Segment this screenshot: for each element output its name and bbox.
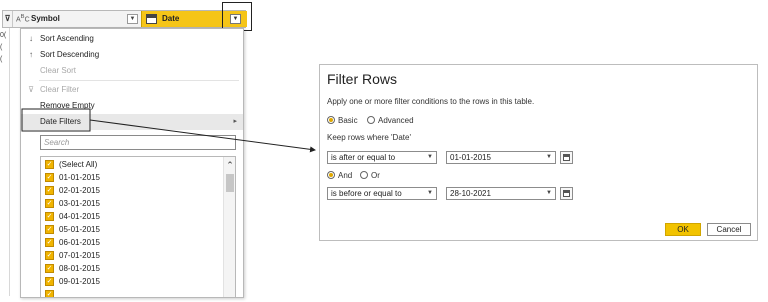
condition1-operator-select[interactable]: is after or equal to ▼	[327, 151, 437, 164]
search-field[interactable]	[40, 135, 236, 150]
date-column-label[interactable]: Date	[162, 14, 179, 23]
checkbox[interactable]: ✓	[45, 251, 54, 260]
menu-item-sort-descending[interactable]: ↑ Sort Descending	[21, 47, 243, 63]
input-value: 28-10-2021	[450, 189, 491, 198]
calendar-icon	[563, 190, 570, 197]
list-item-label: 03-01-2015	[59, 199, 100, 208]
text-type-icon[interactable]: ABC	[16, 14, 30, 23]
list-item[interactable]: ✓ 09-01-2015	[45, 275, 215, 288]
ok-button[interactable]: OK	[665, 223, 701, 236]
row-label: (	[0, 44, 3, 51]
radio-basic[interactable]	[327, 116, 335, 124]
chevron-down-icon: ▼	[546, 190, 552, 196]
list-item-label: 02-01-2015	[59, 186, 100, 195]
list-scrollbar[interactable]: ⌃	[223, 157, 235, 297]
row-label: (	[0, 56, 3, 63]
grid-row-gutter: 0( ( (	[0, 12, 10, 296]
list-item-label: 04-01-2015	[59, 212, 100, 221]
condition1-date-picker[interactable]	[560, 151, 573, 164]
condition2-value-input[interactable]: 28-10-2021 ▼	[446, 187, 556, 200]
menu-item-label: Date Filters	[40, 117, 81, 126]
list-item-label: 08-01-2015	[59, 264, 100, 273]
dialog-description: Apply one or more filter conditions to t…	[327, 97, 535, 106]
list-item[interactable]: ✓ 05-01-2015	[45, 223, 215, 236]
row-label: 0(	[0, 32, 7, 39]
symbol-dropdown-button[interactable]: ▼	[127, 14, 138, 24]
menu-item-label: Clear Sort	[40, 66, 77, 75]
chevron-down-icon: ▼	[427, 190, 433, 196]
column-header-bar: ⊽ ABC Symbol ▼ Date ▼	[2, 10, 247, 28]
list-item[interactable]: ✓	[45, 288, 215, 297]
checkbox[interactable]: ✓	[45, 160, 54, 169]
clear-filter-icon: ⊽	[28, 85, 34, 94]
list-item[interactable]: ✓ 03-01-2015	[45, 197, 215, 210]
value-checklist: ✓ (Select All) ✓ 01-01-2015 ✓ 02-01-2015…	[40, 156, 236, 297]
checkbox[interactable]: ✓	[45, 173, 54, 182]
keep-rows-label: Keep rows where 'Date'	[327, 133, 411, 142]
scroll-thumb[interactable]	[226, 174, 234, 192]
list-item[interactable]: ✓ 07-01-2015	[45, 249, 215, 262]
calendar-icon	[563, 154, 570, 161]
select-value: is before or equal to	[331, 189, 402, 198]
radio-or-label[interactable]: Or	[371, 171, 380, 180]
menu-item-clear-filter[interactable]: ⊽ Clear Filter	[21, 82, 243, 98]
chevron-down-icon: ▼	[546, 154, 552, 160]
list-item-select-all[interactable]: ✓ (Select All)	[45, 158, 215, 171]
radio-and-label[interactable]: And	[338, 171, 352, 180]
list-item-label: 09-01-2015	[59, 277, 100, 286]
list-item[interactable]: ✓ 08-01-2015	[45, 262, 215, 275]
input-value: 01-01-2015	[450, 153, 491, 162]
radio-advanced-label[interactable]: Advanced	[378, 116, 414, 125]
condition1-value-input[interactable]: 01-01-2015 ▼	[446, 151, 556, 164]
menu-item-label: Sort Ascending	[40, 34, 94, 43]
calendar-icon[interactable]	[146, 14, 157, 24]
filter-rows-dialog: Filter Rows Apply one or more filter con…	[319, 64, 758, 241]
checkbox[interactable]: ✓	[45, 277, 54, 286]
menu-item-label: Remove Empty	[40, 101, 95, 110]
column-filter-menu: ↓ Sort Ascending ↑ Sort Descending Clear…	[20, 28, 244, 298]
chevron-up-icon[interactable]: ⌃	[225, 160, 235, 170]
menu-item-label: Sort Descending	[40, 50, 100, 59]
menu-item-date-filters[interactable]: Date Filters ▸	[21, 114, 243, 130]
sort-descending-icon: ↑	[29, 50, 33, 59]
submenu-arrow-icon: ▸	[233, 118, 237, 125]
sort-ascending-icon: ↓	[29, 34, 33, 43]
checkbox[interactable]: ✓	[45, 225, 54, 234]
list-item-label: 01-01-2015	[59, 173, 100, 182]
menu-divider	[39, 80, 239, 81]
condition2-operator-select[interactable]: is before or equal to ▼	[327, 187, 437, 200]
checkbox[interactable]: ✓	[45, 264, 54, 273]
cancel-button[interactable]: Cancel	[707, 223, 751, 236]
radio-advanced[interactable]	[367, 116, 375, 124]
dialog-title: Filter Rows	[327, 71, 398, 87]
radio-or[interactable]	[360, 171, 368, 179]
radio-and[interactable]	[327, 171, 335, 179]
chevron-down-icon: ▼	[427, 154, 433, 160]
condition2-date-picker[interactable]	[560, 187, 573, 200]
symbol-column-label[interactable]: Symbol	[31, 14, 60, 23]
list-item[interactable]: ✓ 06-01-2015	[45, 236, 215, 249]
radio-basic-label[interactable]: Basic	[338, 116, 358, 125]
list-item[interactable]: ✓ 01-01-2015	[45, 171, 215, 184]
menu-item-clear-sort[interactable]: Clear Sort	[21, 63, 243, 79]
filter-icon[interactable]: ⊽	[3, 11, 13, 27]
menu-item-remove-empty[interactable]: Remove Empty	[21, 98, 243, 114]
search-input[interactable]	[44, 137, 232, 148]
list-item-label: (Select All)	[59, 160, 98, 169]
list-item-label: 07-01-2015	[59, 251, 100, 260]
list-item[interactable]: ✓ 04-01-2015	[45, 210, 215, 223]
menu-item-label: Clear Filter	[40, 85, 80, 94]
dropdown-highlight-box	[222, 2, 252, 31]
select-value: is after or equal to	[331, 153, 396, 162]
list-item-label: 05-01-2015	[59, 225, 100, 234]
checkbox[interactable]: ✓	[45, 238, 54, 247]
list-item-label: 06-01-2015	[59, 238, 100, 247]
menu-item-sort-ascending[interactable]: ↓ Sort Ascending	[21, 31, 243, 47]
checkbox[interactable]: ✓	[45, 212, 54, 221]
checkbox[interactable]: ✓	[45, 290, 54, 297]
checkbox[interactable]: ✓	[45, 186, 54, 195]
list-item[interactable]: ✓ 02-01-2015	[45, 184, 215, 197]
checkbox[interactable]: ✓	[45, 199, 54, 208]
